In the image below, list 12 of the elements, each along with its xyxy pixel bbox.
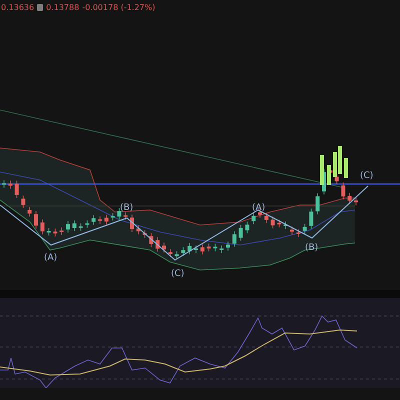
wave-label: (A)	[252, 203, 266, 213]
wave-label: (A)	[44, 253, 58, 263]
highlight-bar	[327, 165, 331, 185]
wave-label: (B)	[120, 203, 134, 213]
highlight-bar	[320, 155, 324, 185]
price-change: -0.00178 (-1.27%)	[82, 2, 156, 12]
wave-label: (C)	[171, 269, 184, 279]
wave-label: (B)	[305, 243, 318, 253]
price-value: 0.13636	[1, 2, 34, 12]
wave-label: (C)	[360, 171, 374, 181]
price-value: 0.13788	[46, 2, 80, 12]
highlight-bar	[344, 158, 348, 178]
